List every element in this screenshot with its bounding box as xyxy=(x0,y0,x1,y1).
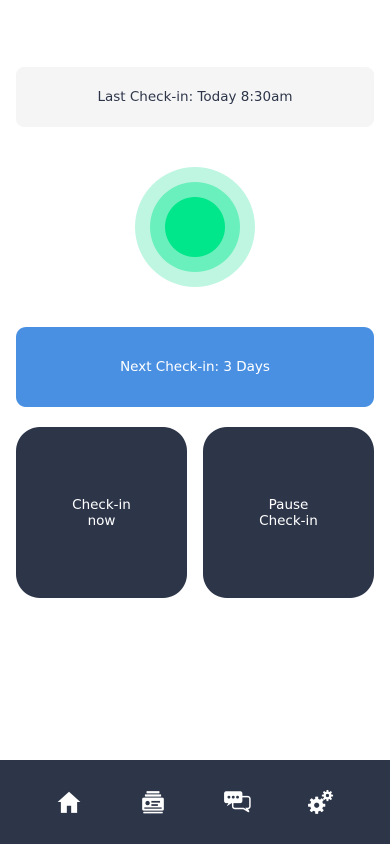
last-checkin-text: Last Check-in: Today 8:30am xyxy=(97,89,293,105)
nav-messages[interactable] xyxy=(221,786,253,818)
home-icon xyxy=(56,789,82,815)
nav-records[interactable] xyxy=(137,786,169,818)
next-checkin-text: Next Check-in: 3 Days xyxy=(120,359,270,375)
status-indicator xyxy=(135,167,255,287)
settings-icon xyxy=(307,788,335,816)
checkin-now-button[interactable]: Check-in now xyxy=(16,427,187,598)
pause-checkin-button[interactable]: Pause Check-in xyxy=(203,427,374,598)
messages-icon xyxy=(223,789,251,815)
pause-checkin-label: Pause Check-in xyxy=(259,496,318,529)
nav-home[interactable] xyxy=(53,786,85,818)
checkin-now-label: Check-in now xyxy=(72,496,131,529)
status-indicator-ring xyxy=(150,182,240,272)
status-indicator-dot xyxy=(165,197,225,257)
nav-settings[interactable] xyxy=(305,786,337,818)
next-checkin-banner: Next Check-in: 3 Days xyxy=(16,327,374,407)
last-checkin-card: Last Check-in: Today 8:30am xyxy=(16,67,374,127)
bottom-nav xyxy=(0,760,390,844)
records-icon xyxy=(140,789,166,815)
